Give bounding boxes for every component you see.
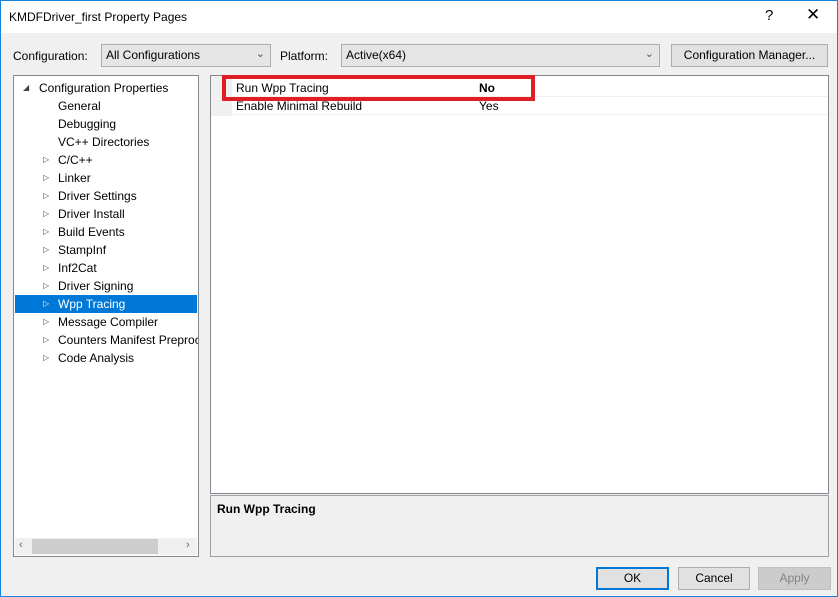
configuration-value: All Configurations: [106, 48, 201, 62]
tree-item-linker[interactable]: ▷ Linker: [15, 169, 197, 187]
expand-triangle-icon[interactable]: ▷: [43, 331, 49, 349]
tree-item-build-events[interactable]: ▷ Build Events: [15, 223, 197, 241]
tree-item-label: Linker: [58, 171, 91, 185]
tree-item-driver-settings[interactable]: ▷ Driver Settings: [15, 187, 197, 205]
expand-triangle-icon[interactable]: ▷: [43, 349, 49, 367]
tree-item-label: Driver Install: [58, 207, 125, 221]
expand-triangle-icon[interactable]: ▷: [43, 241, 49, 259]
apply-button[interactable]: Apply: [758, 567, 831, 590]
tree-item-label: StampInf: [58, 243, 107, 257]
platform-label: Platform:: [280, 49, 329, 63]
configuration-dropdown[interactable]: All Configurations ⌄: [101, 44, 271, 67]
tree-item-general[interactable]: General: [15, 97, 197, 115]
expand-triangle-icon[interactable]: ▷: [43, 259, 49, 277]
title-bar: KMDFDriver_first Property Pages ? ✕: [1, 1, 837, 33]
tree-item-label: Counters Manifest Preproc: [58, 333, 199, 347]
expand-triangle-icon[interactable]: ▷: [43, 313, 49, 331]
expand-triangle-icon[interactable]: ▷: [43, 187, 49, 205]
description-title: Run Wpp Tracing: [217, 502, 316, 516]
tree-item-label: Inf2Cat: [58, 261, 97, 275]
configuration-manager-button[interactable]: Configuration Manager...: [671, 44, 828, 67]
tree-item-label: Driver Signing: [58, 279, 134, 293]
ok-button[interactable]: OK: [596, 567, 669, 590]
tree-item-label: Wpp Tracing: [58, 297, 126, 311]
tree-item-driver-signing[interactable]: ▷ Driver Signing: [15, 277, 197, 295]
tree-item-label: Debugging: [58, 117, 117, 131]
tree-item-label: Driver Settings: [58, 189, 137, 203]
expand-triangle-icon[interactable]: ▷: [43, 151, 49, 169]
scroll-left-icon[interactable]: ‹: [19, 539, 23, 551]
tree-item-inf2cat[interactable]: ▷ Inf2Cat: [15, 259, 197, 277]
configuration-label: Configuration:: [13, 49, 88, 63]
tree-item-label: Build Events: [58, 225, 125, 239]
tree-item-label: Code Analysis: [58, 351, 135, 365]
tree-item-label: Message Compiler: [58, 315, 159, 329]
tree-item-counters-manifest-preproc[interactable]: ▷ Counters Manifest Preproc: [15, 331, 199, 349]
tree-item-wpp-tracing[interactable]: ▷ Wpp Tracing: [15, 295, 197, 313]
highlight-box: [222, 75, 535, 101]
tree-item-c-c-[interactable]: ▷ C/C++: [15, 151, 197, 169]
cancel-button[interactable]: Cancel: [678, 567, 750, 590]
platform-dropdown[interactable]: Active(x64) ⌄: [341, 44, 660, 67]
tree-item-vc-directories[interactable]: VC++ Directories: [15, 133, 197, 151]
tree-item-stampinf[interactable]: ▷ StampInf: [15, 241, 197, 259]
description-panel: Run Wpp Tracing: [210, 495, 829, 557]
scroll-right-icon[interactable]: ›: [186, 539, 190, 551]
tree-item-label: VC++ Directories: [58, 135, 150, 149]
property-tree: ◢ Configuration Properties General Debuggi…: [13, 75, 199, 557]
expand-triangle-icon[interactable]: ▷: [43, 205, 49, 223]
horizontal-scrollbar[interactable]: ‹ ›: [15, 538, 197, 555]
expand-triangle-icon[interactable]: ▷: [43, 223, 49, 241]
tree-item-debugging[interactable]: Debugging: [15, 115, 197, 133]
expand-triangle-icon[interactable]: ▷: [43, 277, 49, 295]
chevron-down-icon: ⌄: [644, 48, 654, 60]
tree-item-code-analysis[interactable]: ▷ Code Analysis: [15, 349, 197, 367]
scrollbar-thumb[interactable]: [32, 539, 158, 554]
platform-value: Active(x64): [346, 48, 407, 62]
tree-item-message-compiler[interactable]: ▷ Message Compiler: [15, 313, 197, 331]
window-title: KMDFDriver_first Property Pages: [9, 10, 188, 24]
tree-item-label: C/C++: [58, 153, 93, 167]
property-grid: Run Wpp Tracing No Enable Minimal Rebuild…: [210, 75, 829, 494]
chevron-down-icon: ⌄: [255, 48, 265, 60]
tree-item-label: General: [58, 99, 101, 113]
expand-triangle-icon[interactable]: ▷: [43, 169, 49, 187]
expand-triangle-icon[interactable]: ▷: [43, 295, 49, 313]
expanded-triangle-icon[interactable]: ◢: [23, 79, 29, 97]
tree-root[interactable]: ◢ Configuration Properties: [15, 79, 197, 97]
close-button[interactable]: ✕: [806, 5, 820, 25]
help-button[interactable]: ?: [765, 7, 773, 24]
tree-item-driver-install[interactable]: ▷ Driver Install: [15, 205, 197, 223]
